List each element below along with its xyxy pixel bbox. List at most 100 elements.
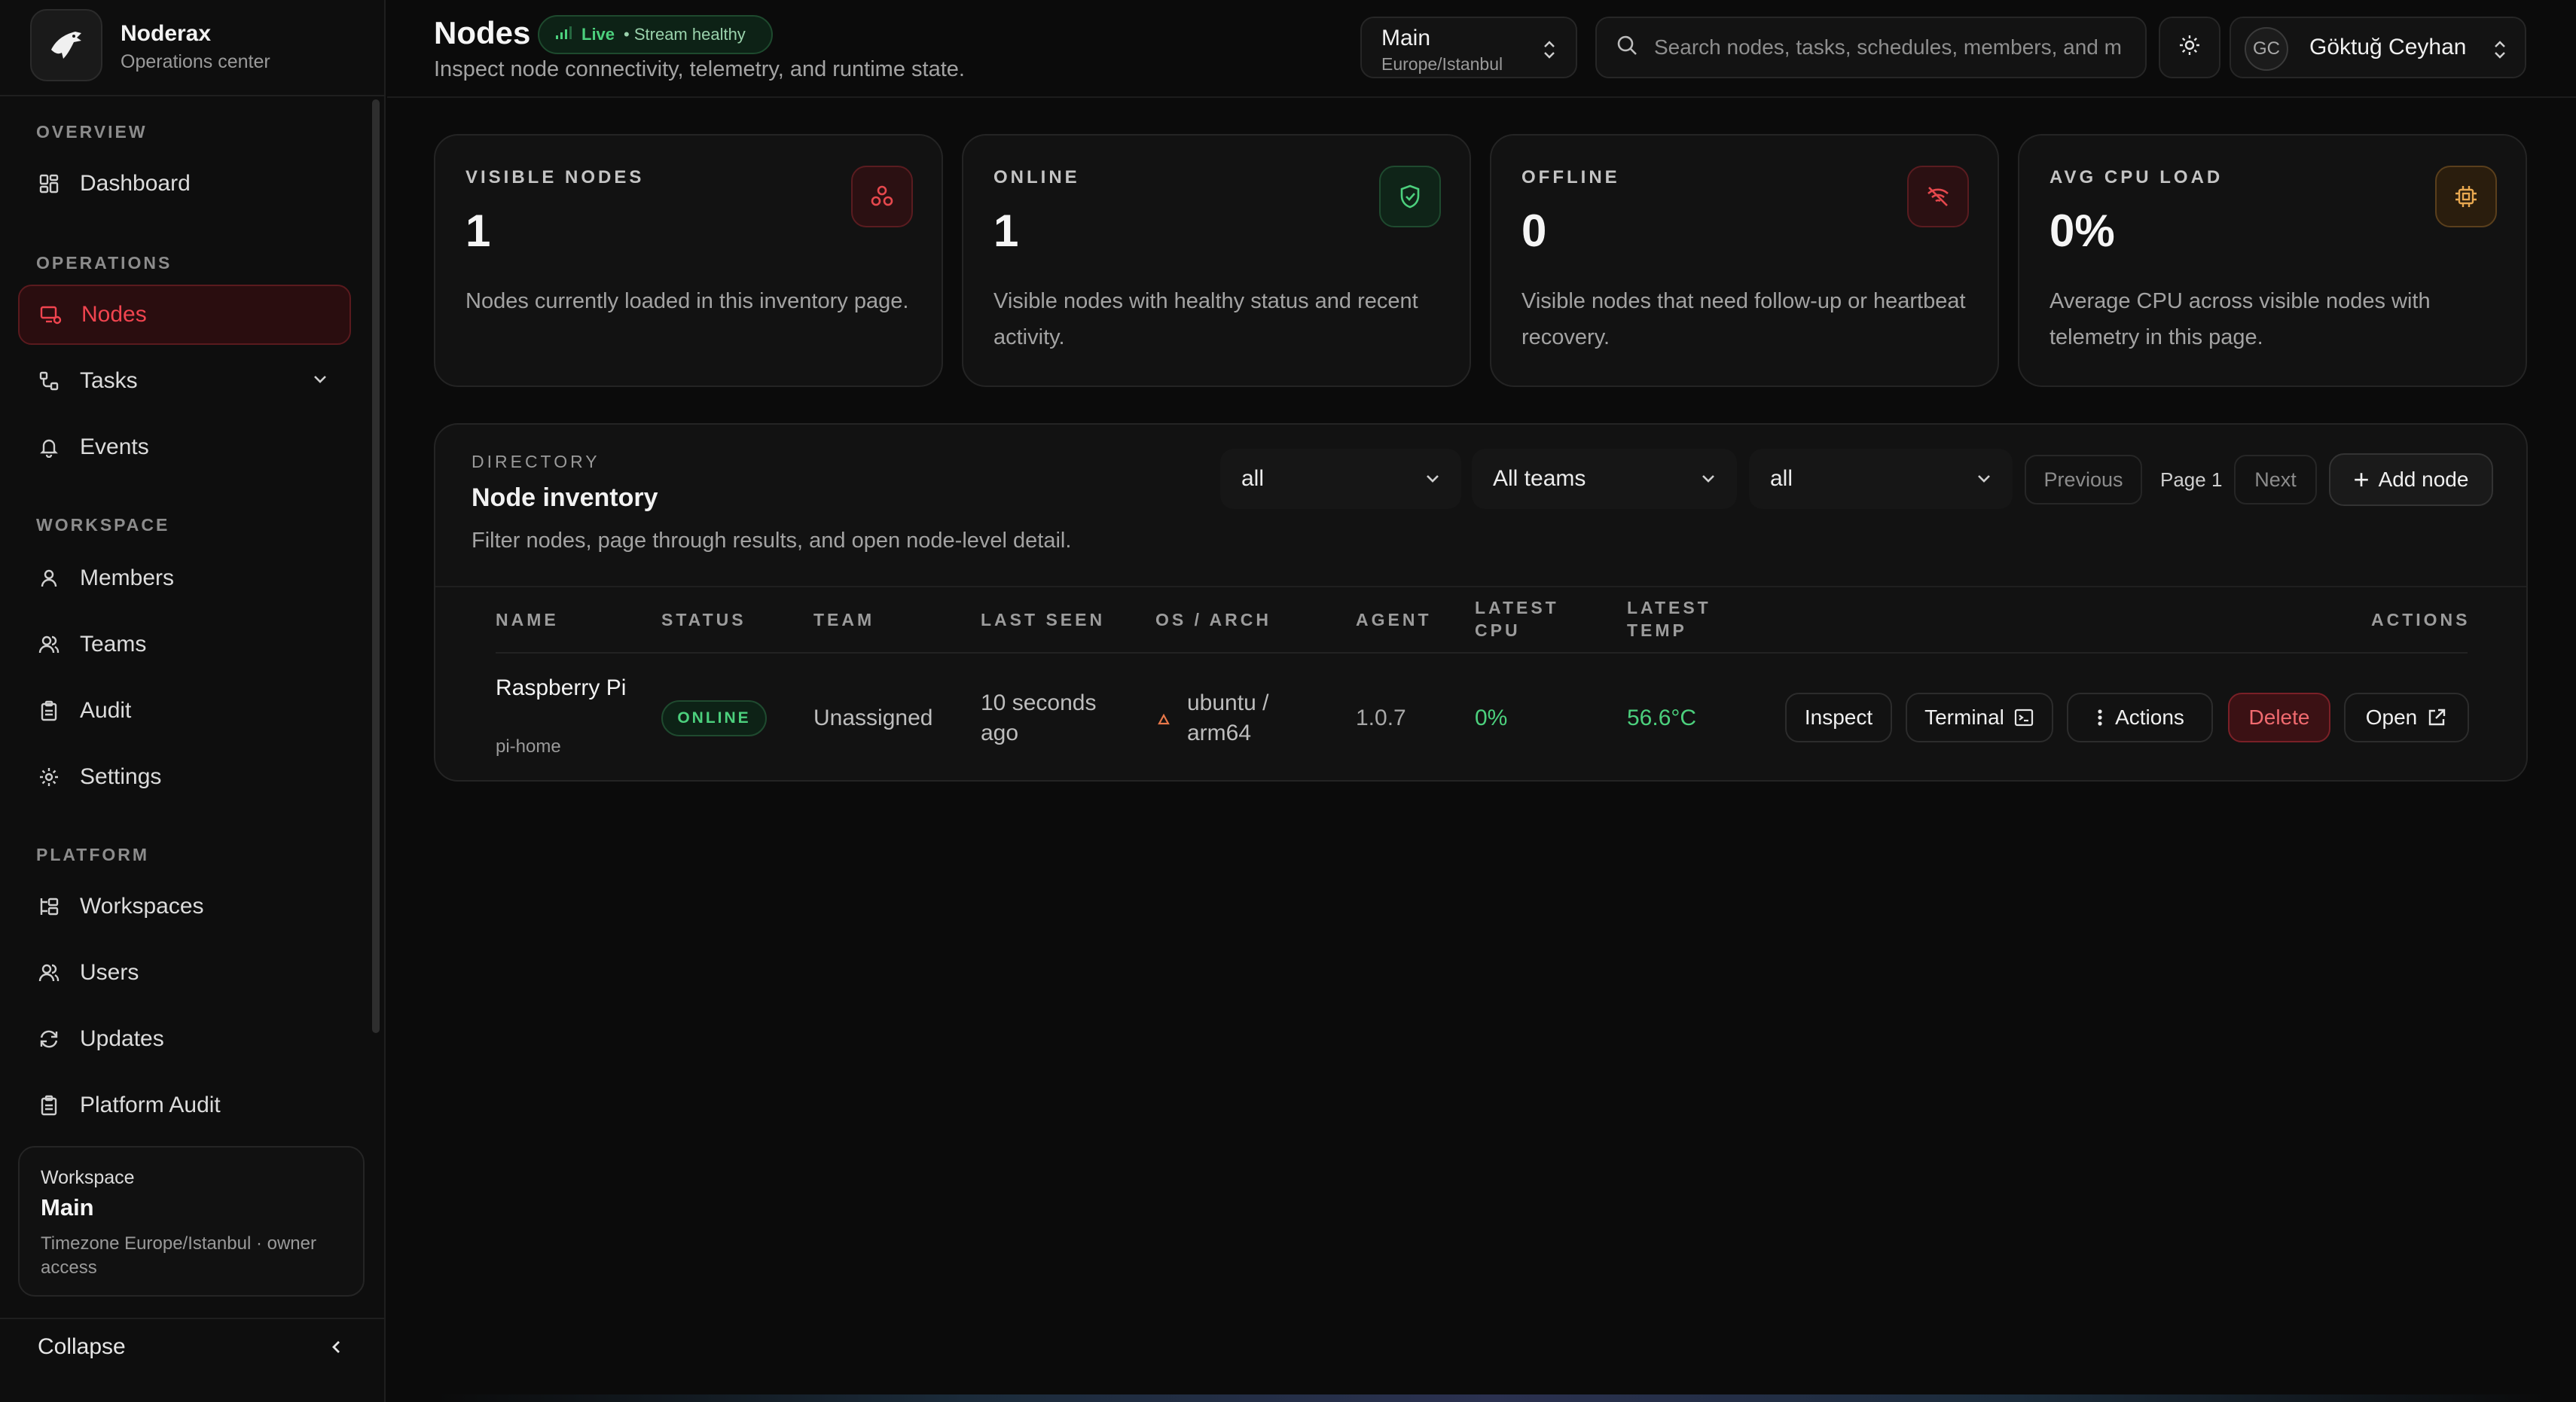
workspace-switcher[interactable]: Main Europe/Istanbul — [1360, 17, 1577, 78]
node-os-arch: ubuntu / arm64 — [1187, 690, 1269, 745]
sidebar-item-members[interactable]: Members — [18, 548, 351, 608]
sidebar-item-audit[interactable]: Audit — [18, 681, 351, 741]
add-node-label: Add node — [2378, 468, 2469, 491]
collapse-label: Collapse — [38, 1334, 126, 1359]
sidebar-item-nodes[interactable]: Nodes — [18, 285, 351, 345]
inspect-button[interactable]: Inspect — [1785, 693, 1892, 742]
sidebar-item-events[interactable]: Events — [18, 417, 351, 477]
team-filter-select[interactable]: All teams — [1472, 449, 1737, 509]
sidebar-item-teams[interactable]: Teams — [18, 614, 351, 675]
stat-card-avg-cpu: AVG CPU LOAD 0% Average CPU across visib… — [2018, 134, 2527, 387]
search-input[interactable] — [1654, 35, 2121, 59]
sidebar-item-label: Updates — [80, 1026, 164, 1051]
column-header-agent: AGENT — [1356, 610, 1432, 629]
sidebar-item-label: Events — [80, 434, 149, 459]
stat-label: VISIBLE NODES — [465, 167, 645, 187]
global-search[interactable] — [1595, 17, 2147, 78]
node-last-seen: 10 seconds ago — [981, 690, 1097, 745]
wifi-off-icon — [1907, 166, 1969, 227]
search-icon — [1615, 33, 1639, 62]
sidebar-item-label: Nodes — [81, 302, 147, 327]
sidebar-item-label: Settings — [80, 764, 162, 789]
node-hostname: pi-home — [496, 736, 561, 757]
bottom-glow-strip — [437, 1394, 2546, 1402]
workspace-card-desc: Timezone Europe/Istanbul · owner access — [41, 1233, 316, 1278]
chevron-down-icon[interactable] — [309, 368, 331, 397]
top-header: Nodes Live • Stream healthy Inspect node… — [387, 0, 2576, 98]
divider — [435, 586, 2526, 587]
sidebar-item-label: Workspaces — [80, 894, 204, 919]
gear-icon — [36, 764, 62, 790]
brand-logo-icon — [30, 9, 102, 81]
stat-value: 1 — [993, 206, 1019, 256]
workspace-card-name: Main — [41, 1194, 94, 1221]
terminal-icon — [2014, 709, 2034, 727]
workspace-switcher-name: Main — [1381, 26, 1431, 50]
sidebar-item-label: Tasks — [80, 368, 138, 393]
sidebar-item-updates[interactable]: Updates — [18, 1009, 351, 1069]
node-team: Unassigned — [813, 706, 933, 730]
brand[interactable]: Noderax Operations center — [0, 0, 386, 96]
nodes-icon — [38, 302, 63, 328]
workspace-card-label: Workspace — [41, 1167, 135, 1188]
stat-label: ONLINE — [993, 167, 1080, 187]
users-icon — [36, 960, 62, 986]
column-header-team: TEAM — [813, 610, 875, 629]
refresh-icon — [36, 1026, 62, 1052]
chevron-left-icon — [325, 1336, 348, 1364]
page-subtitle: Inspect node connectivity, telemetry, an… — [434, 57, 965, 81]
stat-desc: Average CPU across visible nodes with te… — [2050, 289, 2431, 349]
column-header-latest-temp: LATEST TEMP — [1627, 598, 1711, 640]
open-node-button[interactable]: Open — [2344, 693, 2469, 742]
workspaces-icon — [36, 894, 62, 919]
next-page-button[interactable]: Next — [2234, 455, 2317, 504]
signal-icon — [554, 24, 572, 45]
sidebar-item-label: Users — [80, 960, 139, 985]
status-filter-value: all — [1241, 466, 1265, 491]
inventory-kicker: DIRECTORY — [472, 452, 600, 471]
chevron-down-icon — [1698, 468, 1719, 495]
user-menu-button[interactable]: GC Göktuğ Ceyhan — [2230, 17, 2526, 78]
sidebar-item-label: Audit — [80, 698, 132, 723]
delete-node-button[interactable]: Delete — [2228, 693, 2330, 742]
sidebar-scrollbar[interactable] — [372, 99, 380, 1033]
tasks-icon — [36, 368, 62, 394]
sidebar-item-workspaces[interactable]: Workspaces — [18, 876, 351, 937]
sidebar: Noderax Operations center OVERVIEW Dashb… — [0, 0, 386, 1402]
stat-value: 1 — [465, 206, 491, 256]
chevron-up-down-icon — [1541, 39, 1558, 66]
theme-toggle-button[interactable] — [2159, 17, 2220, 78]
status-filter-select[interactable]: all — [1220, 449, 1461, 509]
os-filter-select[interactable]: all — [1749, 449, 2013, 509]
stat-desc: Nodes currently loaded in this inventory… — [465, 289, 909, 313]
actions-menu-button[interactable]: Actions — [2067, 693, 2213, 742]
sidebar-item-label: Teams — [80, 632, 147, 657]
add-node-button[interactable]: + Add node — [2329, 453, 2493, 506]
column-header-actions: ACTIONS — [2371, 610, 2471, 629]
cpu-icon — [2435, 166, 2497, 227]
chevron-down-icon — [1973, 468, 1995, 495]
avatar: GC — [2245, 27, 2288, 71]
sidebar-item-users[interactable]: Users — [18, 943, 351, 1003]
dashboard-icon — [36, 171, 62, 197]
node-name[interactable]: Raspberry Pi — [496, 673, 646, 703]
external-link-icon — [2429, 709, 2446, 726]
page-indicator: Page 1 — [2160, 468, 2223, 491]
chevron-down-icon — [1422, 468, 1443, 495]
brand-name: Noderax — [121, 21, 212, 46]
collapse-button[interactable]: Collapse — [0, 1318, 386, 1378]
stat-label: OFFLINE — [1521, 167, 1620, 187]
user-name: Göktuğ Ceyhan — [2309, 35, 2467, 59]
sidebar-item-settings[interactable]: Settings — [18, 747, 351, 807]
sidebar-item-tasks[interactable]: Tasks — [18, 351, 351, 411]
column-header-status: STATUS — [661, 610, 746, 629]
inventory-title: Node inventory — [472, 483, 658, 512]
sidebar-item-platform-audit[interactable]: Platform Audit — [18, 1075, 351, 1135]
sidebar-item-dashboard[interactable]: Dashboard — [18, 154, 351, 214]
workspace-switcher-timezone: Europe/Istanbul — [1381, 54, 1503, 74]
sun-icon — [2178, 33, 2202, 62]
terminal-button[interactable]: Terminal — [1906, 693, 2053, 742]
clipboard-icon — [36, 1093, 62, 1118]
column-header-latest-cpu: LATEST CPU — [1475, 598, 1559, 640]
previous-page-button[interactable]: Previous — [2025, 455, 2142, 504]
